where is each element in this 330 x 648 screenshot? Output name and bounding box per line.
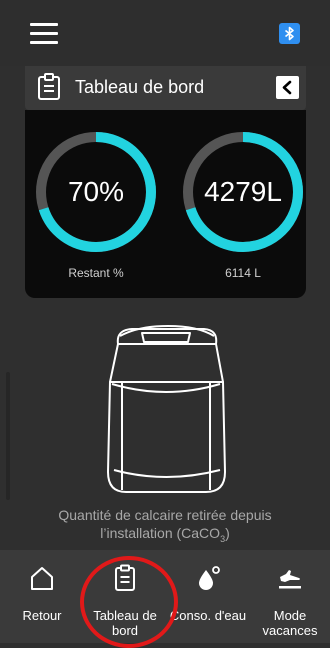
page-header-card: Tableau de bord (25, 66, 306, 110)
nav-label: Retour (22, 608, 62, 623)
back-button[interactable] (276, 76, 299, 99)
gauge-caption: 6114 L (225, 266, 261, 280)
chevron-left-icon (282, 80, 292, 95)
clipboard-icon (38, 73, 60, 100)
page-title: Tableau de bord (75, 77, 205, 97)
top-bar (0, 0, 330, 66)
caption-line-1: Quantité de calcaire retirée depuis (58, 507, 272, 523)
caption-line-2: l’installation (CaCO3) (100, 525, 230, 544)
remaining-percent-gauge: 70% (34, 130, 158, 254)
hamburger-menu-icon[interactable] (30, 23, 58, 45)
highlight-ring (80, 556, 178, 648)
calcium-removed-caption: Quantité de calcaire retirée depuis l’in… (0, 506, 330, 548)
nav-item-conso-eau[interactable]: Conso. d'eau (166, 550, 250, 643)
water-softener-device-illustration (107, 325, 226, 493)
nav-label: Conso. d'eau (169, 608, 247, 623)
bluetooth-icon[interactable] (279, 23, 300, 44)
nav-item-mode-vacances[interactable]: Mode vacances (250, 550, 330, 643)
nav-item-retour[interactable]: Retour (0, 550, 84, 643)
gauge-value: 70% (67, 176, 125, 207)
gauge-value: 4279L (204, 176, 282, 207)
remaining-liters-gauge: 4279L (181, 130, 305, 254)
side-drawer-handle[interactable] (6, 372, 10, 500)
gauges-panel: 70% Restant % 4279L 6114 L (25, 110, 306, 298)
water-drop-icon (199, 566, 220, 590)
airplane-icon (279, 570, 301, 589)
nav-label: Mode vacances (262, 608, 318, 638)
gauge-caption: Restant % (68, 266, 124, 280)
home-icon (31, 567, 53, 590)
